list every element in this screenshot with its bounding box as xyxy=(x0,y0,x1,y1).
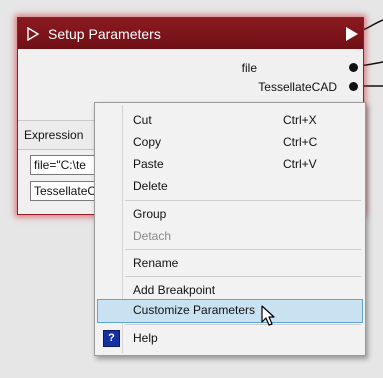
menu-separator xyxy=(125,276,361,277)
run-icon[interactable] xyxy=(345,26,359,42)
menu-item-label: Group xyxy=(133,207,167,221)
menu-item-label: Delete xyxy=(133,179,168,193)
node-header[interactable]: Setup Parameters xyxy=(18,18,363,49)
node-title: Setup Parameters xyxy=(48,25,161,42)
menu-item-label: Cut xyxy=(133,113,152,127)
menu-item-label: Detach xyxy=(133,229,172,243)
menu-item-label: Rename xyxy=(133,256,179,270)
menu-item-delete[interactable]: Delete xyxy=(97,175,363,197)
menu-item-rename[interactable]: Rename xyxy=(97,252,363,274)
output-label-tessellatecad: TessellateCAD xyxy=(258,80,337,94)
context-menu: Cut Ctrl+X Copy Ctrl+C Paste Ctrl+V Dele… xyxy=(94,102,366,356)
menu-item-shortcut: Ctrl+C xyxy=(283,135,318,149)
menu-item-label: Customize Parameters xyxy=(133,303,256,317)
output-label-file: file xyxy=(241,61,257,75)
menu-item-label: Help xyxy=(133,331,158,345)
menu-item-detach: Detach xyxy=(97,225,363,247)
menu-item-copy[interactable]: Copy Ctrl+C xyxy=(97,131,363,153)
menu-item-customize-parameters[interactable]: Customize Parameters xyxy=(97,299,363,323)
menu-item-help[interactable]: ? Help xyxy=(97,327,363,349)
menu-item-group[interactable]: Group xyxy=(97,203,363,225)
help-icon: ? xyxy=(103,330,120,347)
output-port-tessellatecad[interactable] xyxy=(349,82,358,91)
expression-label: Expression xyxy=(24,128,84,142)
output-port-file[interactable] xyxy=(349,63,358,72)
menu-separator xyxy=(125,324,361,325)
menu-item-add-breakpoint[interactable]: Add Breakpoint xyxy=(97,279,363,301)
menu-item-shortcut: Ctrl+X xyxy=(283,113,317,127)
menu-item-shortcut: Ctrl+V xyxy=(283,157,317,171)
menu-separator xyxy=(125,249,361,250)
play-outline-icon[interactable] xyxy=(26,26,40,41)
menu-item-label: Paste xyxy=(133,157,164,171)
menu-item-cut[interactable]: Cut Ctrl+X xyxy=(97,109,363,131)
mouse-pointer-icon xyxy=(261,305,275,326)
menu-item-label: Add Breakpoint xyxy=(133,283,216,297)
menu-item-label: Copy xyxy=(133,135,162,149)
menu-separator xyxy=(125,200,361,201)
menu-item-paste[interactable]: Paste Ctrl+V xyxy=(97,153,363,175)
